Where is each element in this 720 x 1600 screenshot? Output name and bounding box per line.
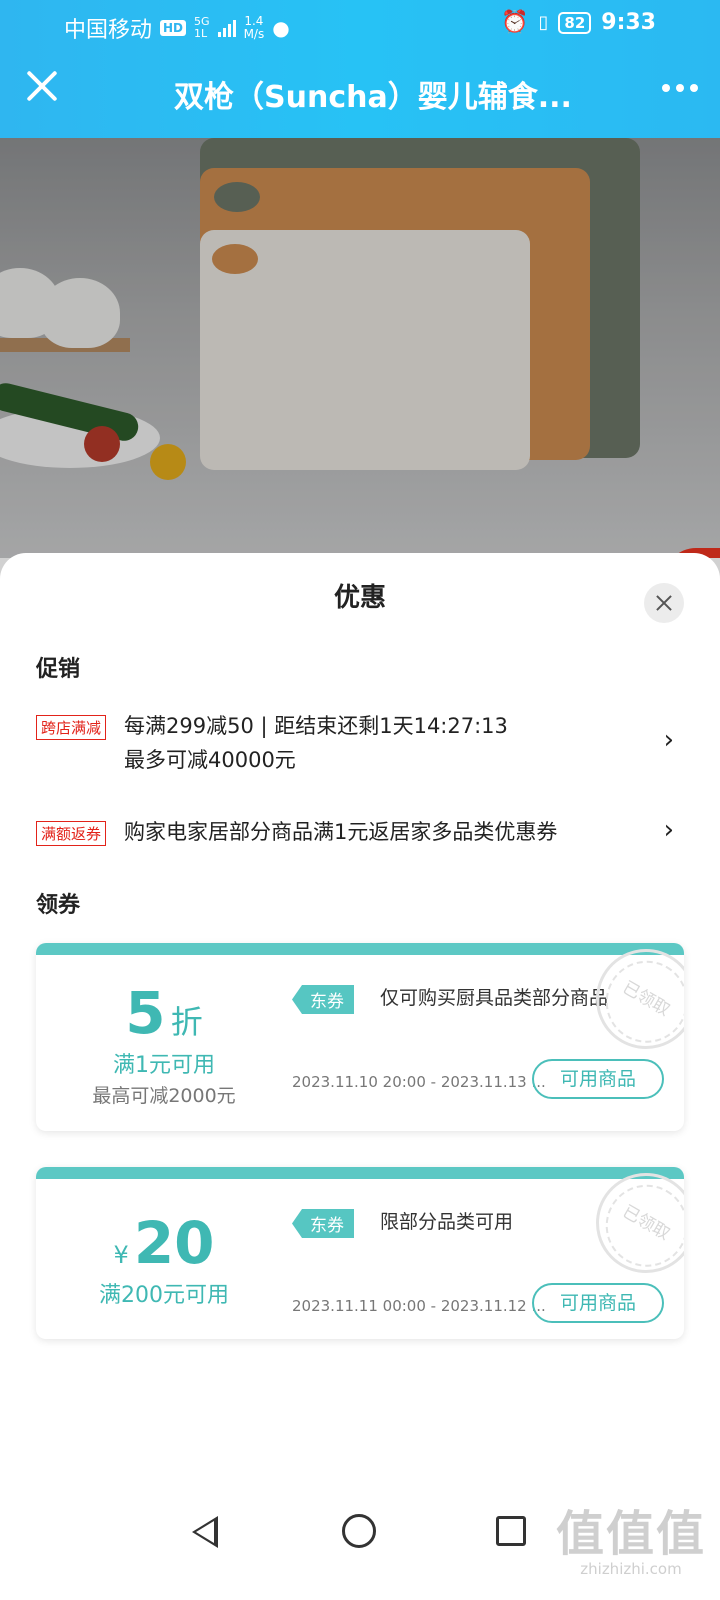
- sheet-close-icon[interactable]: [644, 583, 684, 623]
- coupon-description: 限部分品类可用: [380, 1211, 514, 1233]
- coupon-tag: 东券: [292, 1209, 354, 1238]
- promo-tag: 满额返券: [36, 821, 107, 846]
- coupon-condition: 满1元可用: [113, 1053, 215, 1078]
- watermark-logo-text: 值值值: [556, 1506, 707, 1562]
- close-icon[interactable]: [24, 68, 60, 104]
- promotion-item[interactable]: 跨店满减 每满299减50 | 距结束还剩1天14:27:13 最多可减4000…: [36, 709, 684, 779]
- promo-line: 每满299减50 | 距结束还剩1天14:27:13: [124, 714, 508, 738]
- coupon-description: 仅可购买厨具品类部分商品: [380, 987, 609, 1009]
- coupon-value-area: ¥ 20 满200元可用: [36, 1179, 292, 1309]
- status-bar: 中国移动 HD 5G 1L 1.4 M/s ● ⏰ ▯ 82 9:33: [0, 0, 720, 50]
- watermark-logo: 值值值 zhizhizhi.com: [556, 1508, 706, 1578]
- coupon-strip: [36, 1167, 684, 1179]
- back-icon[interactable]: [192, 1516, 218, 1548]
- network-speed: 1.4 M/s: [244, 15, 265, 41]
- promo-text: 购家电家居部分商品满1元返居家多品类优惠券: [124, 820, 558, 844]
- promotions-heading: 促销: [36, 657, 81, 682]
- coupons-heading: 领券: [36, 893, 81, 918]
- coupon-max-discount: 最高可减2000元: [92, 1085, 236, 1107]
- status-right: ⏰ ▯ 82 9:33: [501, 10, 656, 35]
- system-nav-bar: 值值值 zhizhizhi.com: [0, 1490, 720, 1580]
- coupon-unit: 折: [170, 1003, 203, 1041]
- carrier-label: 中国移动: [64, 18, 153, 43]
- wechat-icon: ●: [272, 16, 290, 40]
- coupon-value: 5: [125, 979, 166, 1047]
- network-bottom-label: 1L: [194, 27, 208, 40]
- top-bar: 中国移动 HD 5G 1L 1.4 M/s ● ⏰ ▯ 82 9:33 双枪（S…: [0, 0, 720, 138]
- battery-icon: 82: [558, 11, 592, 34]
- vibrate-icon: ▯: [538, 12, 549, 33]
- promotion-item[interactable]: 满额返券 购家电家居部分商品满1元返居家多品类优惠券 ›: [36, 815, 684, 855]
- speed-value: 1.4: [244, 14, 264, 28]
- available-products-button[interactable]: 可用商品: [532, 1283, 664, 1323]
- promotion-sheet: 优惠 促销 跨店满减 每满299减50 | 距结束还剩1天14:27:13 最多…: [0, 553, 720, 1600]
- coupon-strip: [36, 943, 684, 955]
- coupon-currency: ¥: [113, 1241, 129, 1269]
- coupon-date-range: 2023.11.11 00:00 - 2023.11.12 ...: [292, 1297, 546, 1315]
- alarm-icon: ⏰: [501, 10, 529, 35]
- coupon-condition: 满200元可用: [99, 1283, 229, 1308]
- coupon-date-range: 2023.11.10 20:00 - 2023.11.13 ...: [292, 1073, 546, 1091]
- coupon-card: 5 折 满1元可用 最高可减2000元 东券 仅可购买厨具品类部分商品 2023…: [36, 943, 684, 1131]
- coupon-card: ¥ 20 满200元可用 东券 限部分品类可用 2023.11.11 00:00…: [36, 1167, 684, 1339]
- chevron-right-icon: ›: [663, 725, 674, 755]
- sheet-title: 优惠: [333, 583, 386, 613]
- home-icon[interactable]: [342, 1514, 376, 1548]
- more-icon[interactable]: [662, 84, 698, 92]
- available-products-button[interactable]: 可用商品: [532, 1059, 664, 1099]
- speed-unit: M/s: [243, 27, 265, 41]
- coupon-value: 20: [133, 1209, 215, 1277]
- coupon-tag: 东券: [292, 985, 354, 1014]
- signal-icon: [217, 19, 236, 37]
- recent-apps-icon[interactable]: [496, 1516, 526, 1546]
- title-bar: 双枪（Suncha）婴儿辅食...: [0, 60, 720, 124]
- chevron-right-icon: ›: [663, 815, 674, 845]
- promo-text: 每满299减50 | 距结束还剩1天14:27:13 最多可减40000元: [124, 709, 508, 777]
- clock: 9:33: [601, 10, 656, 35]
- promo-tag: 跨店满减: [36, 715, 107, 740]
- hd-icon: HD: [160, 20, 187, 36]
- coupon-value-area: 5 折 满1元可用 最高可减2000元: [36, 955, 292, 1108]
- claimed-stamp: 已领取: [577, 1167, 684, 1292]
- network-type-icon: 5G 1L: [194, 16, 210, 40]
- page-title: 双枪（Suncha）婴儿辅食...: [174, 80, 572, 115]
- status-left: 中国移动 HD 5G 1L 1.4 M/s ●: [64, 12, 290, 44]
- watermark-domain: zhizhizhi.com: [580, 1560, 682, 1578]
- promo-line: 最多可减40000元: [124, 748, 296, 772]
